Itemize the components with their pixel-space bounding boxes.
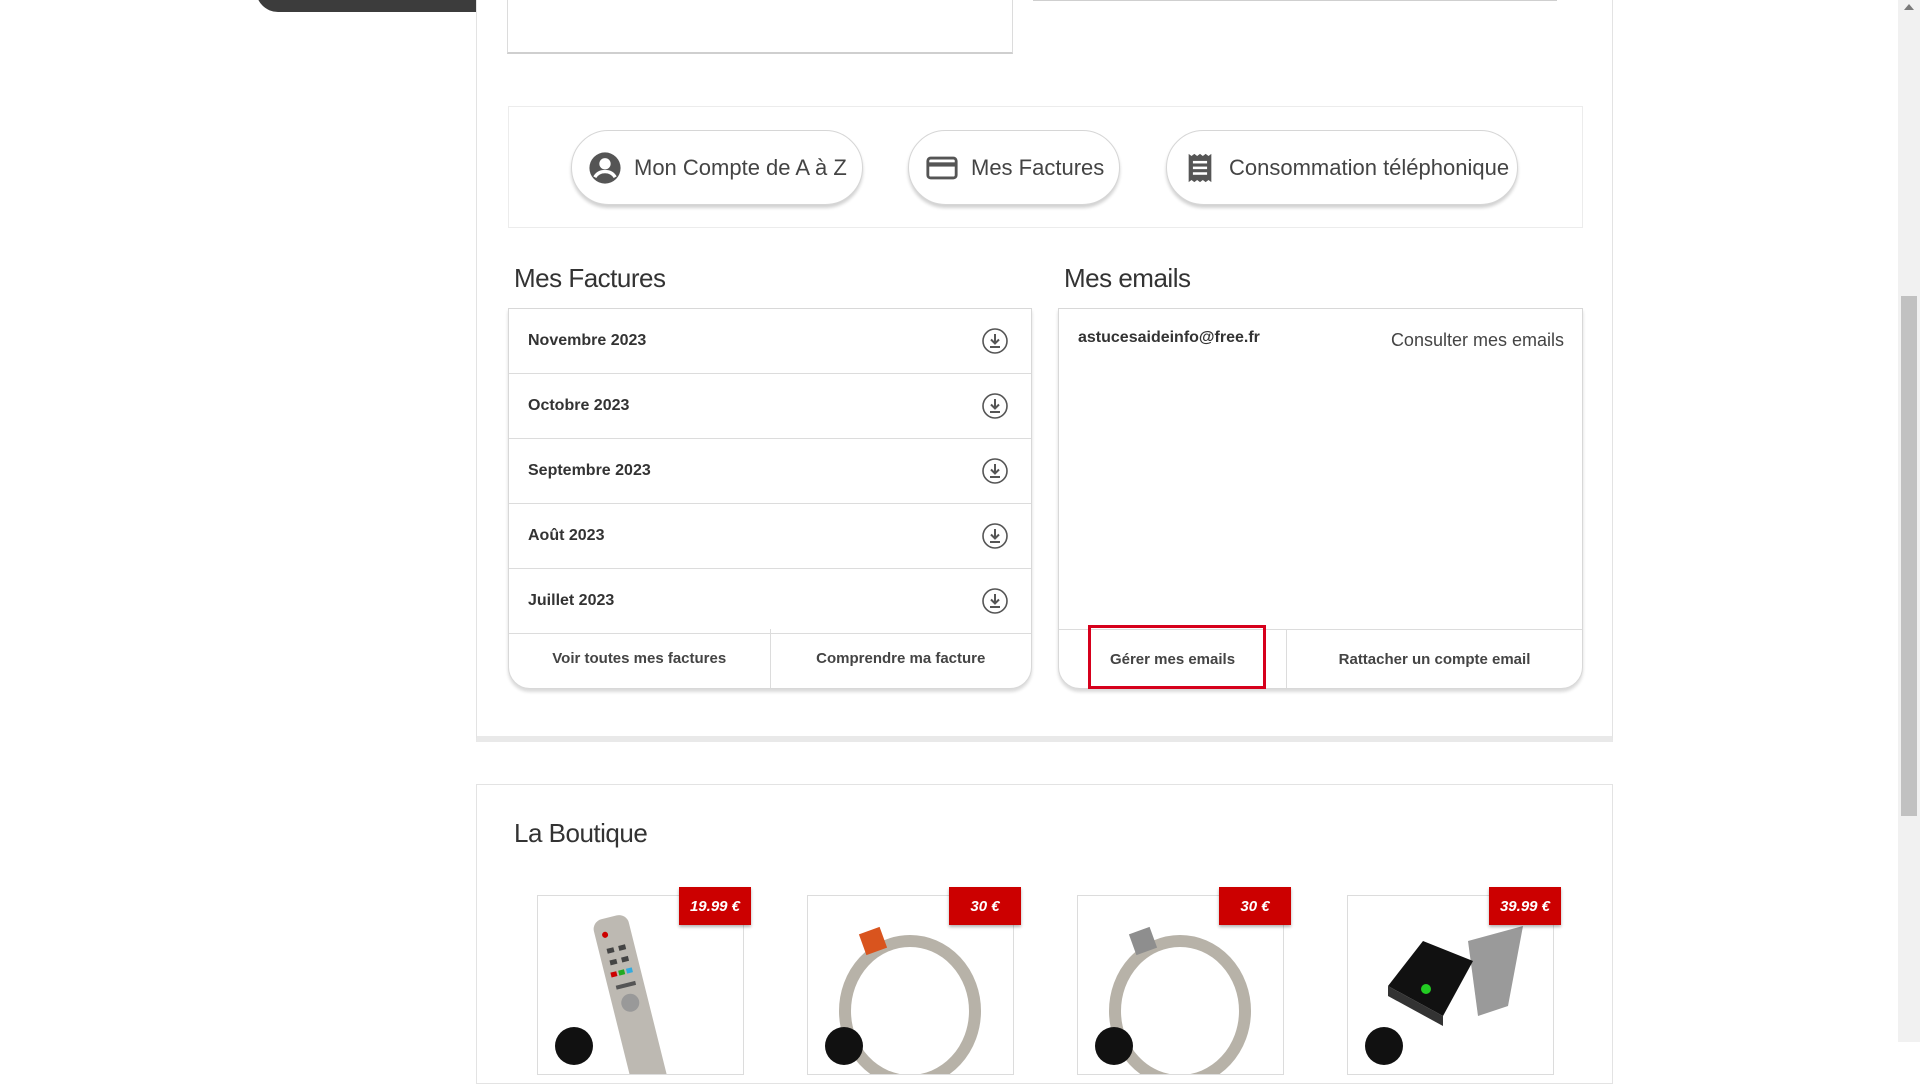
add-to-cart-button[interactable] [825,1027,863,1065]
phone-consumption-button[interactable]: Consommation téléphonique [1166,130,1518,205]
invoices-shortcut-label: Mes Factures [971,154,1105,180]
top-box [507,0,1013,54]
download-icon[interactable] [981,587,1009,615]
invoices-shortcut-button[interactable]: Mes Factures [908,130,1120,205]
price-badge: 30 € [1219,887,1291,925]
invoice-month: Août 2023 [528,527,605,544]
understand-invoice-button[interactable]: Comprendre ma facture [769,629,1032,688]
add-to-cart-button[interactable] [1365,1027,1403,1065]
see-all-invoices-button[interactable]: Voir toutes mes factures [509,629,770,688]
download-icon[interactable] [981,457,1009,485]
phone-consumption-label: Consommation téléphonique [1229,154,1510,180]
invoice-row[interactable]: Novembre 2023 [509,309,1031,374]
download-icon[interactable] [981,522,1009,550]
account-icon [589,151,621,184]
emails-footer: Gérer mes emails Rattacher un compte ema… [1059,629,1582,688]
add-to-cart-button[interactable] [555,1027,593,1065]
invoices-section-title: Mes Factures [514,263,666,293]
account-a-z-label: Mon Compte de A à Z [634,154,847,180]
scrollbar[interactable] [1898,0,1920,1042]
price-badge: 30 € [949,887,1021,925]
download-icon[interactable] [981,327,1009,355]
invoice-row[interactable]: Septembre 2023 [509,439,1031,504]
emails-panel: astucesaideinfo@free.fr Consulter mes em… [1058,308,1583,689]
invoice-row[interactable]: Août 2023 [509,504,1031,569]
add-to-cart-button[interactable] [1095,1027,1133,1065]
email-address: astucesaideinfo@free.fr [1078,329,1260,346]
invoice-month: Octobre 2023 [528,397,630,414]
scroll-up-arrow-icon[interactable] [1904,4,1914,10]
consult-emails-link[interactable]: Consulter mes emails [1391,330,1564,351]
invoice-row[interactable]: Octobre 2023 [509,374,1031,439]
invoice-row[interactable]: Juillet 2023 [509,569,1031,634]
shop-section-title: La Boutique [514,818,648,848]
invoices-footer: Voir toutes mes factures Comprendre ma f… [509,629,1031,688]
account-a-z-button[interactable]: Mon Compte de A à Z [571,130,863,205]
emails-section-title: Mes emails [1064,263,1191,293]
invoice-month: Juillet 2023 [528,592,615,609]
manage-emails-button[interactable]: Gérer mes emails [1059,630,1286,688]
price-badge: 19.99 € [679,887,751,925]
receipt-icon [1188,153,1212,182]
divider [1033,0,1557,1]
invoice-month: Septembre 2023 [528,462,651,479]
dark-tab [256,0,496,12]
download-icon[interactable] [981,392,1009,420]
invoice-month: Novembre 2023 [528,332,647,349]
scrollbar-thumb[interactable] [1901,296,1917,816]
credit-card-icon [926,156,958,179]
attach-email-account-button[interactable]: Rattacher un compte email [1286,630,1582,688]
price-badge: 39.99 € [1489,887,1561,925]
invoices-list: Novembre 2023 Octobre 2023 Septembre 202… [508,308,1032,689]
